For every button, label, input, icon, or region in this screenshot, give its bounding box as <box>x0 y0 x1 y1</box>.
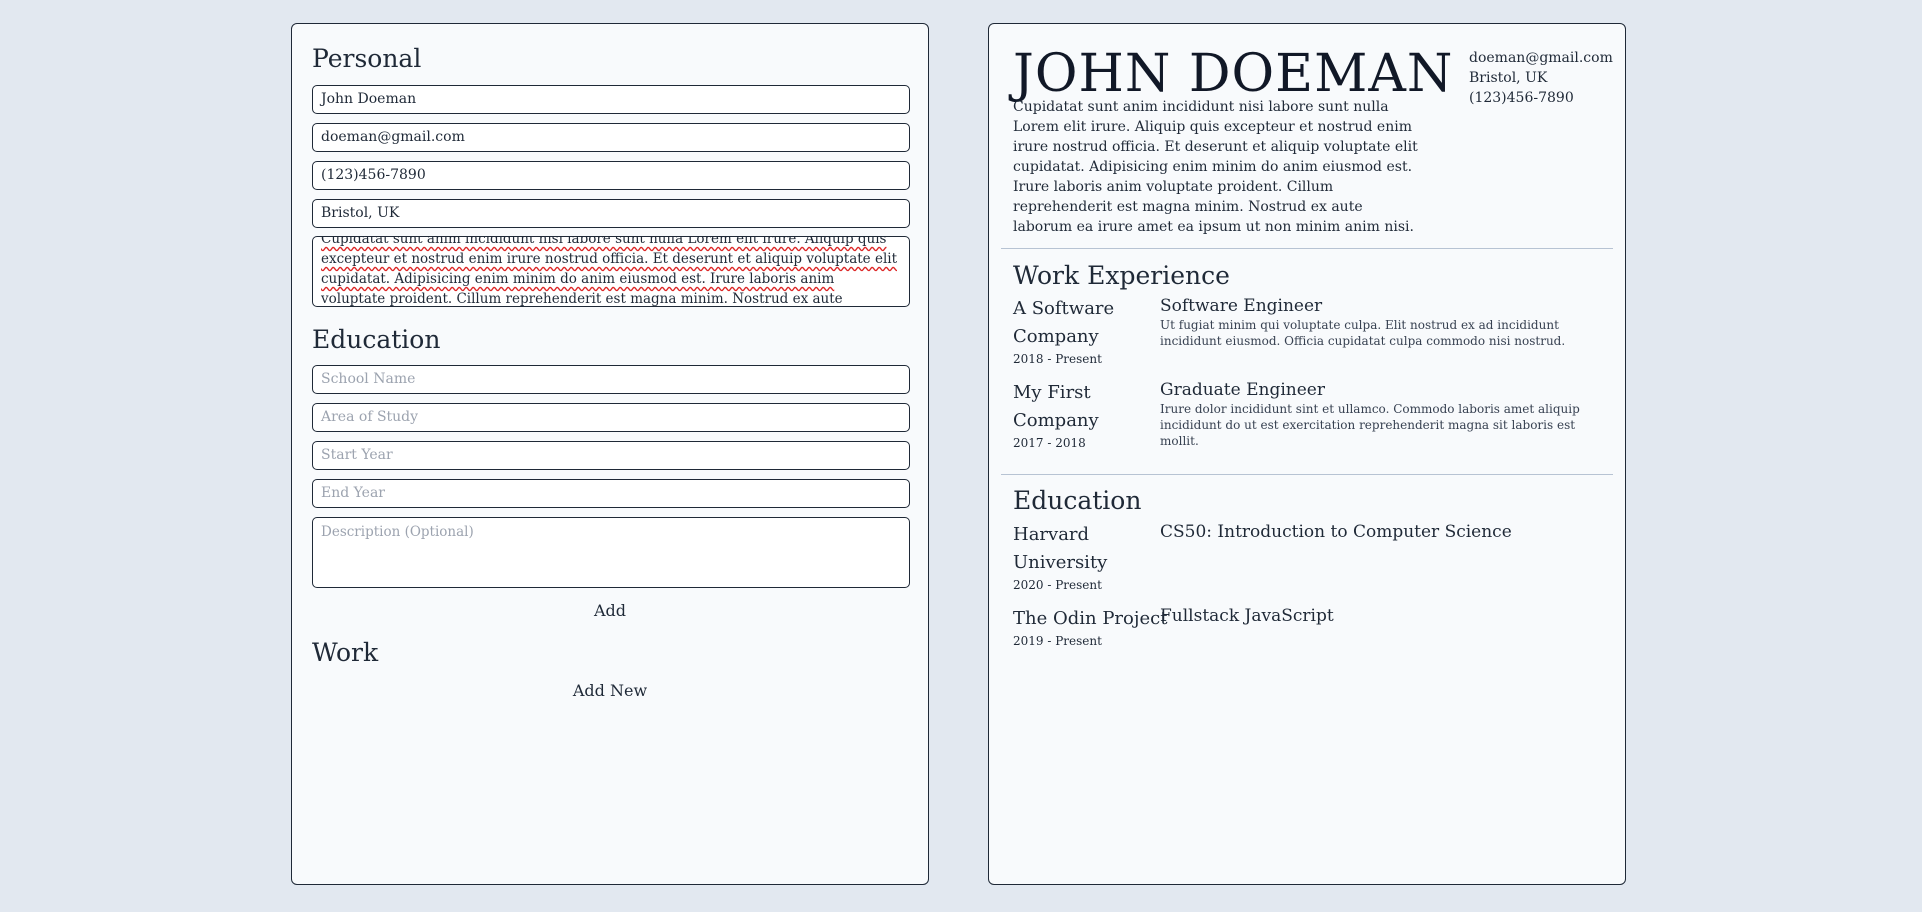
add-education-button[interactable]: Add <box>292 601 928 620</box>
about-textarea[interactable]: Cupidatat sunt anim incididunt nisi labo… <box>312 236 910 307</box>
school-entry: The Odin Project 2019 - Present <box>1013 605 1173 649</box>
job-company: My First Company 2017 - 2018 <box>1013 379 1153 451</box>
course-name: CS50: Introduction to Computer Science <box>1160 522 1512 542</box>
phone-input[interactable]: (123)456-7890 <box>312 161 910 190</box>
resume-phone: (123)456-7890 <box>1469 90 1574 106</box>
job-company: A Software Company 2018 - Present <box>1013 295 1153 367</box>
school-name: Harvard University <box>1013 524 1108 573</box>
resume-about: Cupidatat sunt anim incididunt nisi labo… <box>1013 99 1418 235</box>
school-name: The Odin Project <box>1013 608 1168 629</box>
course-name: Fullstack JavaScript <box>1160 606 1334 626</box>
school-entry: Harvard University 2020 - Present <box>1013 521 1153 593</box>
work-section-title: Work <box>312 638 379 667</box>
section-divider <box>1001 474 1613 475</box>
job-description: Ut fugiat minim qui voluptate culpa. Eli… <box>1160 318 1566 348</box>
resume-contact: doeman@gmail.com Bristol, UK (123)456-78… <box>1469 48 1613 108</box>
resume-email: doeman@gmail.com <box>1469 50 1613 66</box>
section-divider <box>1001 248 1613 249</box>
resume-name: JOHN DOEMAN <box>1013 44 1454 104</box>
email-input[interactable]: doeman@gmail.com <box>312 123 910 152</box>
job-role: Graduate Engineer <box>1160 380 1325 400</box>
resume-location: Bristol, UK <box>1469 70 1548 86</box>
add-new-work-button[interactable]: Add New <box>292 681 928 700</box>
personal-section-title: Personal <box>312 44 422 73</box>
school-dates: 2020 - Present <box>1013 578 1102 592</box>
school-dates: 2019 - Present <box>1013 634 1102 648</box>
education-description-textarea[interactable]: Description (Optional) <box>312 517 910 588</box>
job-dates: 2017 - 2018 <box>1013 436 1086 450</box>
job-description: Irure dolor incididunt sint et ullamco. … <box>1160 402 1580 448</box>
name-input[interactable]: John Doeman <box>312 85 910 114</box>
about-textarea-text: Cupidatat sunt anim incididunt nisi labo… <box>321 236 897 307</box>
school-name-input[interactable]: School Name <box>312 365 910 394</box>
job-role: Software Engineer <box>1160 296 1323 316</box>
area-of-study-input[interactable]: Area of Study <box>312 403 910 432</box>
work-experience-title: Work Experience <box>1013 261 1230 290</box>
editor-panel: Personal John Doeman doeman@gmail.com (1… <box>291 23 929 885</box>
location-input[interactable]: Bristol, UK <box>312 199 910 228</box>
job-company-name: A Software Company <box>1013 298 1115 347</box>
job-company-name: My First Company <box>1013 382 1099 431</box>
start-year-input[interactable]: Start Year <box>312 441 910 470</box>
education-title: Education <box>1013 486 1142 515</box>
end-year-input[interactable]: End Year <box>312 479 910 508</box>
job-dates: 2018 - Present <box>1013 352 1102 366</box>
education-section-title: Education <box>312 325 441 354</box>
resume-preview-panel: JOHN DOEMAN Cupidatat sunt anim incididu… <box>988 23 1626 885</box>
